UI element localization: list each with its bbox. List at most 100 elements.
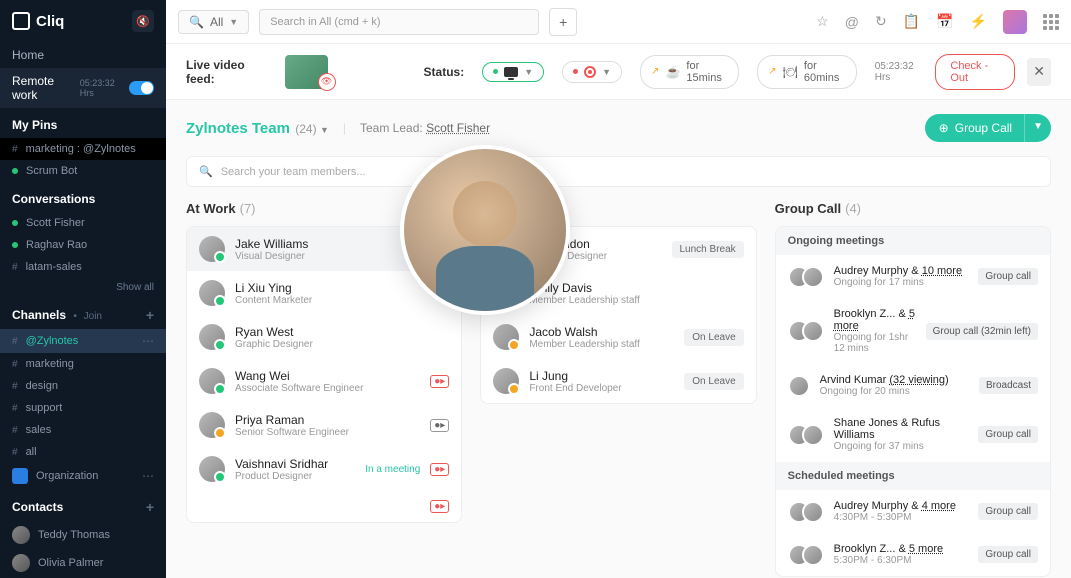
status-dot-icon <box>493 69 498 74</box>
group-call-dropdown[interactable]: ▼ <box>1024 114 1051 142</box>
channel-item[interactable]: #support <box>0 397 166 419</box>
search-input[interactable]: Search in All (cmd + k) <box>259 9 539 35</box>
member-row[interactable]: Priya RamanSenior Software Engineer●▸ <box>187 403 461 447</box>
profile-avatar[interactable] <box>1003 10 1027 34</box>
hash-icon: # <box>12 381 18 392</box>
call-tag: Group call (32min left) <box>926 323 1038 340</box>
activity-icon[interactable]: ⚡ <box>970 13 987 30</box>
avatar-stack <box>788 424 824 446</box>
conversation-item[interactable]: Raghav Rao <box>0 234 166 256</box>
channel-item[interactable]: #@Zylnotes⋯ <box>0 329 166 353</box>
sidebar: Cliq 🔇 Home Remote work 05:23:32 Hrs My … <box>0 0 166 578</box>
member-row[interactable]: Li JungFront End DeveloperOn Leave <box>481 359 755 403</box>
meeting-row[interactable]: Audrey Murphy & 10 moreOngoing for 17 mi… <box>776 255 1050 298</box>
profile-preview-avatar[interactable] <box>400 145 570 315</box>
org-icon <box>12 468 28 484</box>
pin-item[interactable]: #marketing : @Zylnotes <box>0 138 166 160</box>
chevron-down-icon: ▼ <box>602 67 611 77</box>
avatar <box>493 324 519 350</box>
contact-item[interactable]: Olivia Palmer <box>0 549 166 577</box>
recording-icon: ●▸ <box>430 375 449 388</box>
history-icon[interactable]: ↻ <box>875 13 887 30</box>
channel-item[interactable]: #marketing <box>0 353 166 375</box>
sound-toggle-icon[interactable]: 🔇 <box>132 10 154 32</box>
channel-item[interactable]: #sales <box>0 419 166 441</box>
avatar <box>493 368 519 394</box>
group-call-button[interactable]: ⊕Group Call <box>925 114 1026 142</box>
add-contact-icon[interactable]: + <box>146 499 154 515</box>
conversation-item[interactable]: #latam-sales <box>0 256 166 278</box>
hash-icon: # <box>12 336 18 347</box>
meeting-row[interactable]: Brooklyn Z... & 5 more5:30PM - 6:30PMGro… <box>776 533 1050 576</box>
status-busy-pill[interactable]: ▼ <box>562 61 622 83</box>
team-name-dropdown[interactable]: Zylnotes Team (24) ▼ <box>186 120 329 137</box>
status-bar: Live video feed: 👁 Status: ▼ ▼ ↗☕for 15m… <box>166 44 1071 100</box>
recording-icon: ●▸ <box>430 500 449 513</box>
status-dot <box>12 168 18 174</box>
calendar-icon[interactable]: 📅 <box>936 13 953 30</box>
add-channel-icon[interactable]: + <box>146 307 154 323</box>
column-header: Group Call(4) <box>775 201 1051 216</box>
member-row[interactable]: Jacob WalshMember Leadership staffOn Lea… <box>481 315 755 359</box>
contact-item[interactable]: Teddy Thomas <box>0 521 166 549</box>
meal-icon: 🍽 <box>783 65 798 79</box>
group-call-column: Group Call(4) Ongoing meetings Audrey Mu… <box>775 201 1051 558</box>
nav-home[interactable]: Home <box>0 42 166 68</box>
remote-label: Remote work <box>12 74 80 102</box>
chevron-down-icon: ▼ <box>320 125 329 135</box>
show-all-link[interactable]: Show all <box>0 278 166 297</box>
channel-item[interactable]: #design <box>0 375 166 397</box>
conversations-header: Conversations <box>0 182 166 212</box>
channels-header: Channels • Join + <box>0 297 166 329</box>
conversation-item[interactable]: Scott Fisher <box>0 212 166 234</box>
brand-row: Cliq 🔇 <box>0 0 166 42</box>
mention-icon[interactable]: @ <box>845 14 859 30</box>
remote-toggle[interactable] <box>129 81 154 95</box>
avatar-stack <box>788 501 824 523</box>
clipboard-icon[interactable]: 📋 <box>903 13 920 30</box>
meeting-row[interactable]: Arvind Kumar (32 viewing)Ongoing for 20 … <box>776 364 1050 407</box>
apps-grid-icon[interactable] <box>1043 14 1059 30</box>
main-area: 🔍 All ▼ Search in All (cmd + k) + ☆ @ ↻ … <box>166 0 1071 578</box>
team-search-input[interactable]: 🔍Search your team members... <box>186 156 1051 187</box>
close-icon[interactable]: ✕ <box>1027 58 1051 86</box>
member-row[interactable]: Ryan WestGraphic Designer <box>187 315 461 359</box>
avatar <box>199 456 225 482</box>
search-scope-selector[interactable]: 🔍 All ▼ <box>178 10 249 34</box>
more-icon[interactable]: ⋯ <box>142 469 154 483</box>
checkout-button[interactable]: Check - Out <box>935 54 1015 90</box>
member-row[interactable]: Wang WeiAssociate Software Engineer●▸ <box>187 359 461 403</box>
member-row[interactable]: Vaishnavi SridharProduct DesignerIn a me… <box>187 447 461 491</box>
call-tag: Group call <box>978 503 1038 520</box>
brand-logo[interactable]: Cliq <box>12 12 64 30</box>
live-feed-thumbnail[interactable]: 👁 <box>285 55 328 89</box>
team-lead-info: Team Lead: Scott Fisher <box>360 121 490 135</box>
hash-icon: # <box>12 425 18 436</box>
break-60-pill[interactable]: ↗🍽for 60mins <box>757 55 856 89</box>
new-button[interactable]: + <box>549 8 577 36</box>
nav-remote-work[interactable]: Remote work 05:23:32 Hrs <box>0 68 166 108</box>
chevron-down-icon: ▼ <box>229 17 238 27</box>
status-dot-icon <box>573 69 578 74</box>
team-lead-link[interactable]: Scott Fisher <box>426 121 490 135</box>
star-icon[interactable]: ☆ <box>816 13 829 30</box>
avatar-stack <box>788 266 824 288</box>
away-tag: On Leave <box>684 329 743 346</box>
join-link[interactable]: Join <box>84 311 102 322</box>
avatar <box>199 236 225 262</box>
break-15-pill[interactable]: ↗☕for 15mins <box>640 55 739 89</box>
meeting-row[interactable]: Audrey Murphy & 4 more4:30PM - 5:30PMGro… <box>776 490 1050 533</box>
monitor-icon <box>504 67 518 77</box>
hash-icon: # <box>12 359 18 370</box>
channel-item[interactable]: #all <box>0 441 166 463</box>
search-icon: 🔍 <box>199 165 213 178</box>
meetings-card: Ongoing meetings Audrey Murphy & 10 more… <box>775 226 1051 577</box>
avatar <box>199 324 225 350</box>
meeting-row[interactable]: Shane Jones & Rufus WilliamsOngoing for … <box>776 407 1050 462</box>
pin-item[interactable]: Scrum Bot <box>0 160 166 182</box>
contacts-header: Contacts+ <box>0 489 166 521</box>
channel-organization[interactable]: Organization⋯ <box>0 463 166 489</box>
meeting-row[interactable]: Brooklyn Z... & 5 moreOngoing for 1shr 1… <box>776 298 1050 364</box>
more-icon[interactable]: ⋯ <box>142 334 154 348</box>
status-available-pill[interactable]: ▼ <box>482 62 544 82</box>
